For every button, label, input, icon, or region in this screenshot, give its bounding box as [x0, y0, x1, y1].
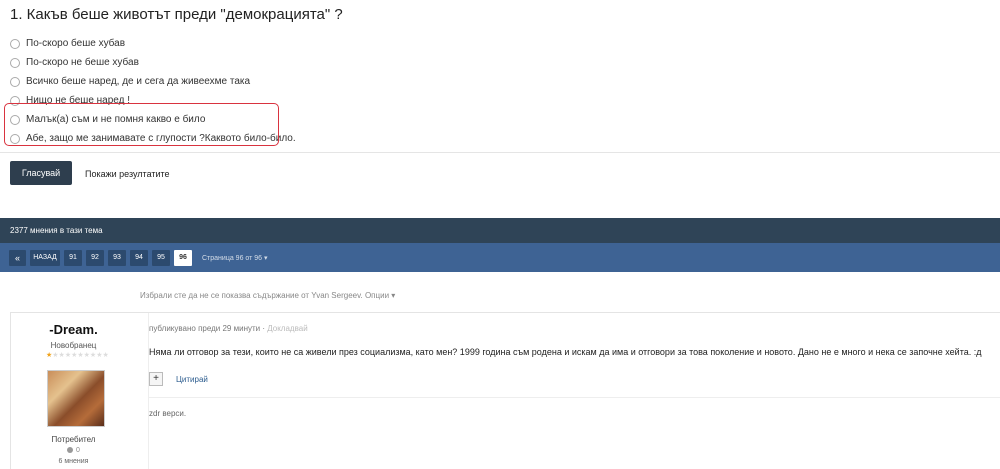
pagination-bar: « НАЗАД 91 92 93 94 95 96 Страница 96 от… — [0, 243, 1000, 272]
post-body: публикувано преди 29 минути · Докладвай … — [148, 313, 1000, 469]
post-meta: публикувано преди 29 минути · Докладвай — [149, 324, 308, 333]
divider — [149, 397, 1000, 398]
page-button[interactable]: 92 — [86, 249, 104, 266]
radio-button[interactable] — [10, 38, 20, 49]
page-jump-dropdown[interactable]: Страница 96 от 96 ▾ — [202, 254, 268, 262]
poll-option[interactable]: Всичко беше наред, де и сега да живеехме… — [10, 72, 296, 91]
post: -Dream. Новобранец ★★★★★★★★★★ Потребител… — [10, 312, 1000, 469]
page-button[interactable]: 93 — [108, 249, 126, 266]
author-panel: -Dream. Новобранец ★★★★★★★★★★ Потребител… — [11, 313, 136, 469]
author-post-count: 6 мнения — [58, 458, 89, 465]
page-button[interactable]: 91 — [64, 249, 82, 266]
divider — [0, 152, 1000, 153]
first-page-button[interactable]: « — [9, 249, 26, 266]
radio-button[interactable] — [10, 76, 20, 87]
author-name[interactable]: -Dream. — [11, 322, 136, 337]
plus-icon[interactable]: + — [149, 372, 163, 386]
show-results-link[interactable]: Покажи резултатите — [85, 169, 170, 179]
vote-button[interactable]: Гласувай — [10, 161, 72, 185]
poll-option[interactable]: По-скоро не беше хубав — [10, 53, 296, 72]
current-page-button[interactable]: 96 — [174, 249, 192, 266]
poll-option-label: По-скоро не беше хубав — [26, 57, 139, 68]
poll-question: 1. Какъв беше животът преди "демокрацият… — [10, 6, 343, 23]
author-group: Потребител — [51, 435, 96, 444]
topic-header: 2377 мнения в тази тема — [0, 218, 1000, 243]
author-rank: Новобранец — [50, 341, 97, 350]
avatar[interactable] — [47, 370, 105, 427]
reputation: 0 — [11, 447, 136, 454]
reputation-icon — [67, 447, 74, 454]
poll-option-label: По-скоро беше хубав — [26, 38, 126, 49]
prev-page-button[interactable]: НАЗАД — [30, 249, 60, 266]
report-link[interactable]: Докладвай — [267, 324, 307, 333]
radio-button[interactable] — [10, 57, 20, 68]
ignored-user-notice[interactable]: Избрали сте да не се показва съдържание … — [140, 291, 395, 300]
page-button[interactable]: 95 — [152, 249, 170, 266]
post-content: Няма ли отговор за тези, които не са жив… — [149, 347, 982, 357]
quote-button[interactable]: Цитирай — [176, 375, 208, 384]
post-timestamp: публикувано преди 29 минути · — [149, 324, 266, 333]
poll-option-label: Всичко беше наред, де и сега да живеехме… — [26, 76, 251, 87]
reputation-value: 0 — [76, 447, 80, 454]
page-button[interactable]: 94 — [130, 249, 148, 266]
poll-option[interactable]: По-скоро беше хубав — [10, 34, 296, 53]
rank-stars: ★★★★★★★★★★ — [46, 351, 109, 359]
poll-section: 1. Какъв беше животът преди "демокрацият… — [0, 0, 1000, 205]
topic-post-count: 2377 мнения в тази тема — [10, 226, 103, 235]
highlight-box — [4, 103, 279, 146]
star-icon: ★★★★★★★★★ — [52, 352, 109, 359]
signature: zdr верси. — [149, 409, 187, 418]
